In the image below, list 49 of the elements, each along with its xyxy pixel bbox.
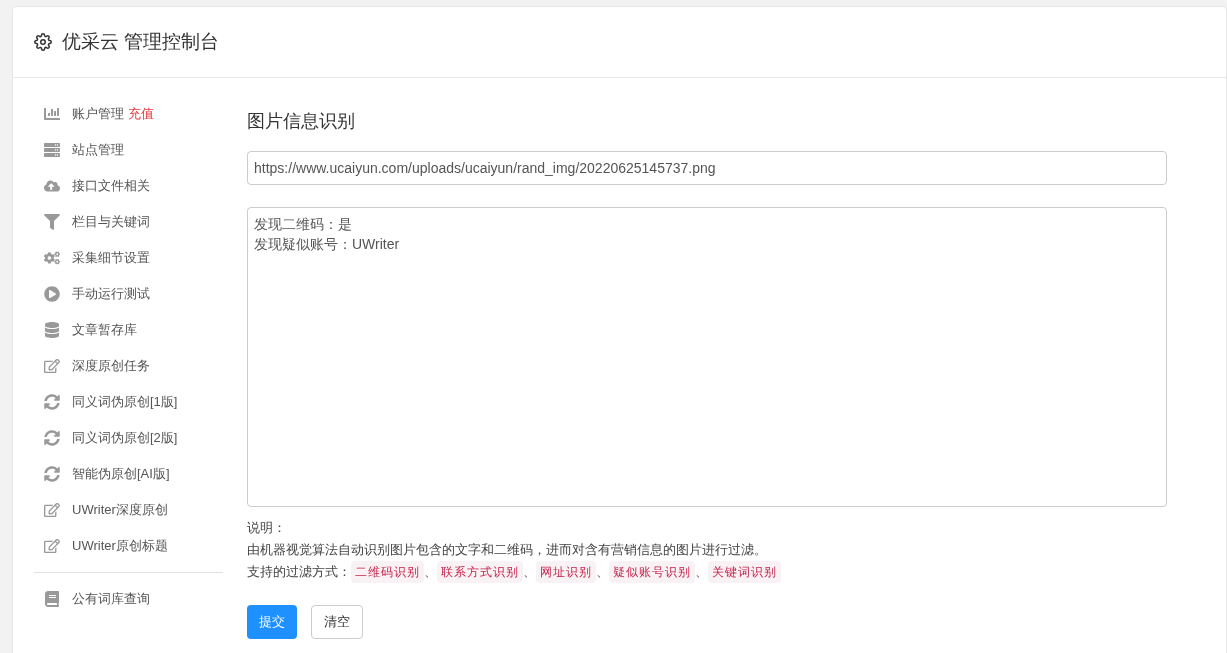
sidebar-item[interactable]: 账户管理 充值 (34, 96, 223, 132)
edit-icon (44, 358, 60, 374)
cloud-upload-icon (44, 178, 60, 194)
sidebar-item[interactable]: 公有词库查询 (34, 581, 223, 617)
separator-mark: 、 (523, 563, 536, 581)
settings-icon (34, 33, 52, 51)
sidebar-item[interactable]: 深度原创任务 (34, 348, 223, 384)
sidebar-item[interactable]: 文章暂存库 (34, 312, 223, 348)
separator-mark: 、 (695, 563, 708, 581)
result-line: 发现二维码：是 (254, 215, 352, 234)
sidebar-item[interactable]: 采集细节设置 (34, 240, 223, 276)
sync-icon (44, 466, 60, 482)
sidebar-item[interactable]: 接口文件相关 (34, 168, 223, 204)
sidebar-item[interactable]: UWriter原创标题 (34, 528, 223, 564)
result-line: 发现疑似账号：UWriter (254, 235, 400, 254)
server-icon (44, 142, 60, 158)
filter-tag: 网址识别 (536, 561, 596, 583)
recharge-link[interactable]: 充值 (128, 104, 154, 124)
page-heading: 图片信息识别 (247, 110, 356, 133)
sync-icon (44, 430, 60, 446)
sidebar-item[interactable]: 手动运行测试 (34, 276, 223, 312)
bar-chart-icon (44, 106, 60, 122)
description-text: 由机器视觉算法自动识别图片包含的文字和二维码，进而对含有营销信息的图片进行过滤。 (247, 541, 767, 559)
filter-tag: 二维码识别 (351, 561, 424, 583)
sidebar-item[interactable]: 同义词伪原创[1版] (34, 384, 223, 420)
filter-tag: 疑似账号识别 (609, 561, 695, 583)
notes-title: 说明： (247, 519, 286, 537)
gears-icon (44, 250, 60, 266)
clear-button[interactable]: 清空 (311, 605, 363, 639)
book-icon (44, 591, 60, 607)
sidebar-item[interactable]: 同义词伪原创[2版] (34, 420, 223, 456)
filter-icon (44, 214, 60, 230)
url-field[interactable]: https://www.ucaiyun.com/uploads/ucaiyun/rand_img/20220625145737.png (247, 151, 1167, 185)
play-icon (44, 286, 60, 302)
filters-label: 支持的过滤方式： (247, 563, 351, 581)
console-title: 优采云 管理控制台 (62, 29, 220, 54)
separator-mark: 、 (596, 563, 609, 581)
sidebar-item[interactable]: UWriter深度原创 (34, 492, 223, 528)
database-icon (44, 322, 60, 338)
sidebar-item[interactable]: 栏目与关键词 (34, 204, 223, 240)
sync-icon (44, 394, 60, 410)
edit-icon (44, 502, 60, 518)
sidebar-item[interactable]: 站点管理 (34, 132, 223, 168)
sidebar-item[interactable]: 智能伪原创[AI版] (34, 456, 223, 492)
result-area[interactable]: 发现二维码：是 发现疑似账号：UWriter (247, 207, 1167, 507)
filter-tag: 关键词识别 (708, 561, 781, 583)
filter-tag: 联系方式识别 (437, 561, 523, 583)
edit-icon (44, 538, 60, 554)
separator-mark: 、 (424, 563, 437, 581)
